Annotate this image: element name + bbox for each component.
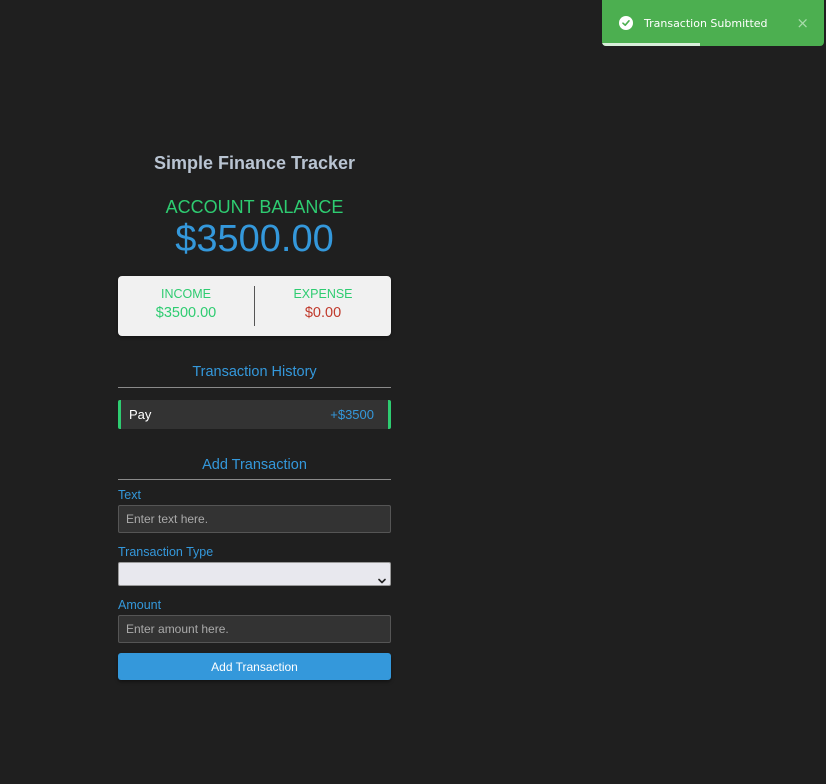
text-field-label: Text bbox=[118, 488, 141, 502]
toast-notification: Transaction Submitted × bbox=[602, 0, 824, 46]
expense-column: EXPENSE $0.00 bbox=[255, 276, 391, 336]
transaction-amount: +$3500 bbox=[330, 407, 374, 422]
toast-progress-track bbox=[602, 43, 824, 46]
toast-message: Transaction Submitted bbox=[644, 17, 768, 30]
close-icon[interactable]: × bbox=[796, 14, 809, 32]
history-divider bbox=[118, 387, 391, 388]
income-expense-card: INCOME $3500.00 EXPENSE $0.00 bbox=[118, 276, 391, 336]
check-circle-icon bbox=[619, 16, 633, 30]
balance-label: ACCOUNT BALANCE bbox=[165, 197, 344, 217]
amount-field-label: Amount bbox=[118, 598, 162, 612]
amount-input[interactable] bbox=[118, 615, 391, 643]
income-column: INCOME $3500.00 bbox=[118, 276, 254, 336]
text-input[interactable] bbox=[118, 505, 391, 533]
page: Transaction Submitted × Simple Finance T… bbox=[0, 0, 826, 784]
chevron-down-icon bbox=[378, 570, 386, 589]
transaction-type-select[interactable] bbox=[118, 562, 391, 586]
expense-label: EXPENSE bbox=[293, 287, 353, 301]
income-label: INCOME bbox=[161, 287, 211, 301]
add-transaction-title: Add Transaction bbox=[202, 457, 307, 473]
expense-value: $0.00 bbox=[304, 305, 342, 321]
toast-progress-bar bbox=[602, 43, 700, 46]
income-value: $3500.00 bbox=[155, 305, 217, 321]
transaction-item[interactable]: Pay +$3500 bbox=[118, 400, 391, 429]
form-divider bbox=[118, 479, 391, 480]
history-title: Transaction History bbox=[192, 364, 317, 380]
balance-value: $3500.00 bbox=[175, 218, 334, 260]
page-title: Simple Finance Tracker bbox=[153, 153, 356, 173]
add-transaction-button[interactable]: Add Transaction bbox=[118, 653, 391, 680]
transaction-text: Pay bbox=[129, 407, 152, 422]
transaction-type-label: Transaction Type bbox=[118, 545, 214, 559]
